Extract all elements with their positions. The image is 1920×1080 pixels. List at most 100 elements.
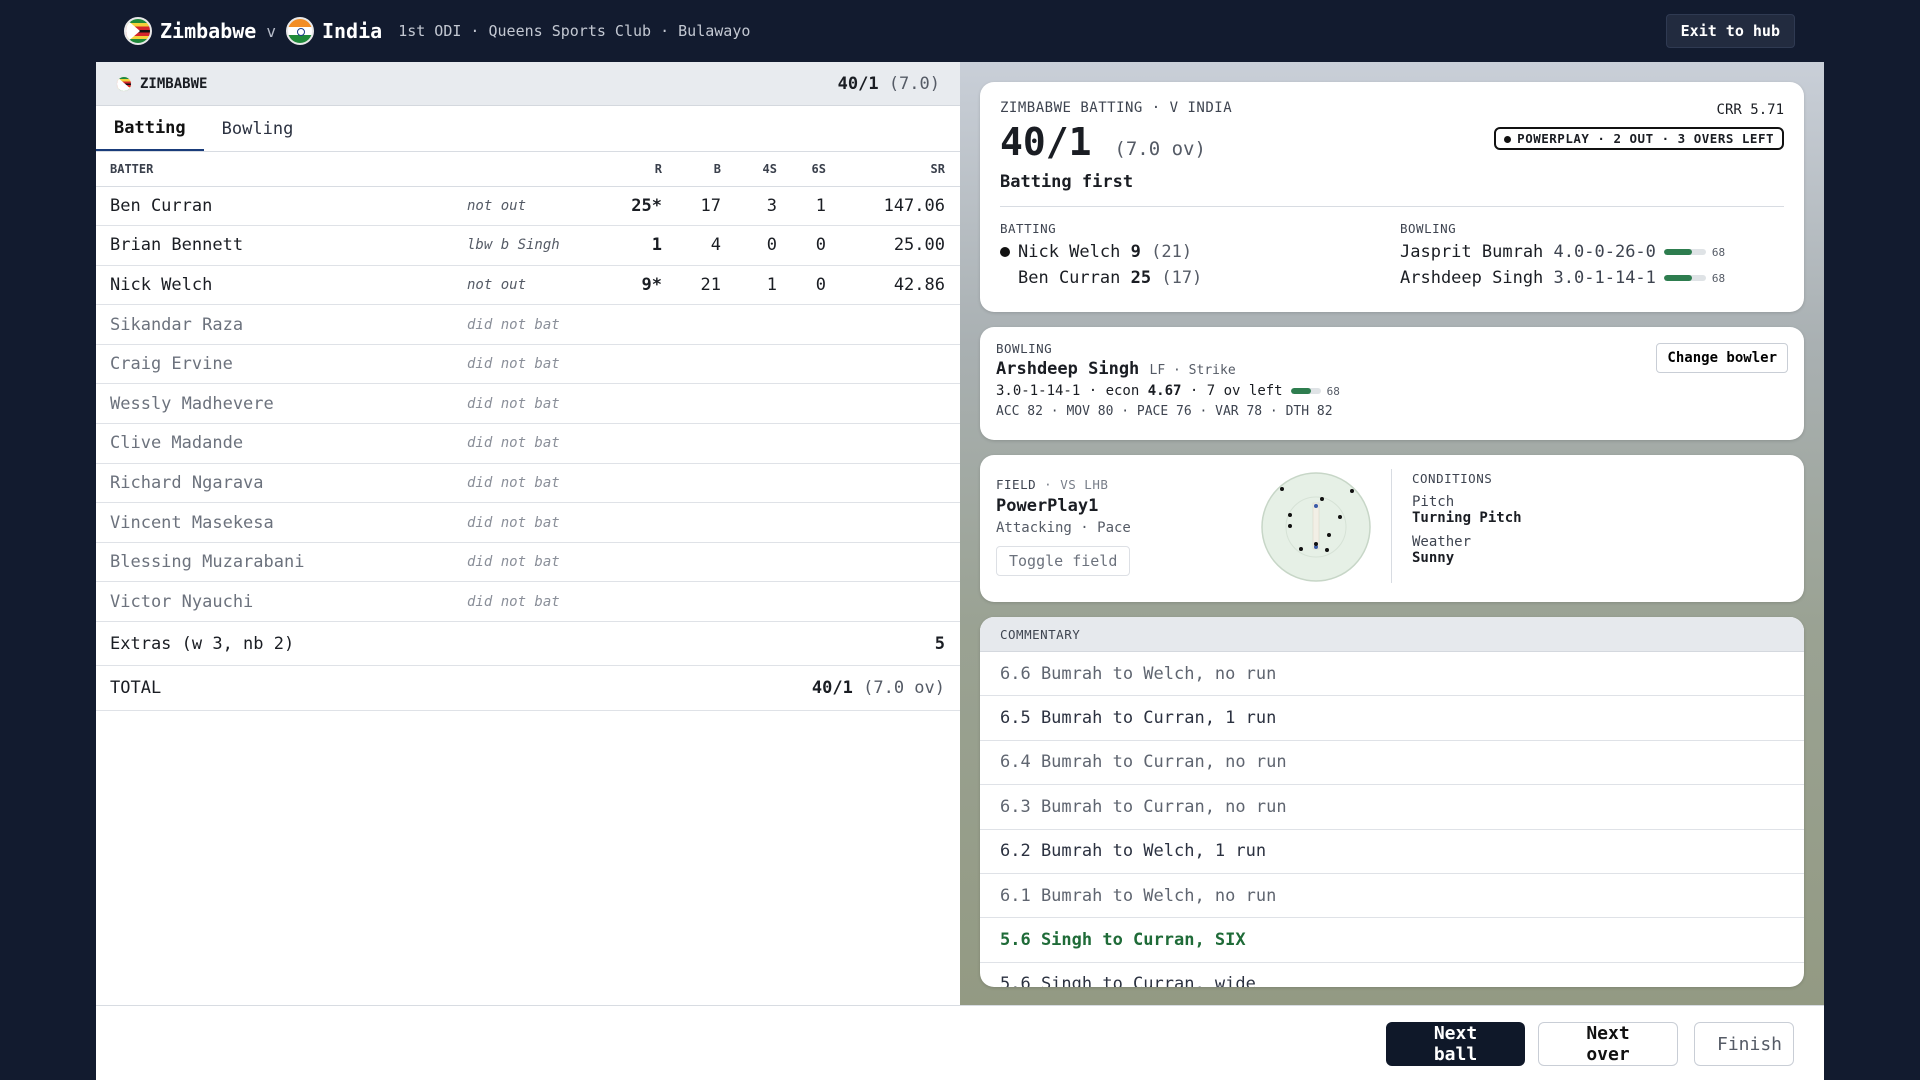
commentary-list: 6.6 Bumrah to Welch, no run 6.5 Bumrah to… (980, 652, 1804, 987)
pitch-label: Pitch (1412, 494, 1455, 510)
powerplay-badge: POWERPLAY · 2 OUT · 3 OVERS LEFT (1494, 127, 1784, 150)
next-over-button[interactable]: Next over (1538, 1022, 1678, 1066)
table-row: Wessly Madhevere did not bat (96, 383, 960, 425)
weather-label: Weather (1412, 534, 1472, 550)
commentary-item: 6.1 Bumrah to Welch, no run (980, 874, 1804, 919)
batter-name: Nick Welch (96, 265, 467, 306)
dismissal: did not bat (467, 423, 617, 464)
bowler-card: BOWLING Arshdeep Singh LF · Strike 3.0-1… (980, 327, 1804, 440)
dot-icon (1504, 136, 1512, 143)
fours (736, 463, 792, 504)
sixes (792, 542, 841, 583)
fours: 1 (736, 265, 792, 306)
india-flag-icon (285, 17, 314, 45)
commentary-item: 6.6 Bumrah to Welch, no run (980, 652, 1804, 697)
strike-rate (841, 542, 960, 583)
balls (677, 542, 736, 583)
balls (677, 423, 736, 464)
runs (617, 542, 677, 583)
tab-batting[interactable]: Batting (96, 106, 204, 151)
sixes (792, 463, 841, 504)
dismissal: did not bat (467, 581, 617, 623)
field-label: FIELD · VS LHB (996, 477, 1109, 492)
dismissal: did not bat (467, 542, 617, 583)
sixes: 0 (792, 225, 841, 266)
commentary-header: COMMENTARY (980, 617, 1804, 652)
scorecard-header: ZIMBABWE 40/1 (7.0) (96, 62, 960, 106)
runs (617, 383, 677, 425)
runs (617, 463, 677, 504)
field-description: Attacking · Pace (996, 520, 1131, 536)
table-row: Ben Curran not out 25* 17 3 1 147.06 (96, 186, 960, 227)
tab-bowling[interactable]: Bowling (204, 106, 312, 151)
extras-value: 5 (934, 633, 945, 654)
fours (736, 383, 792, 425)
table-row: Clive Madande did not bat (96, 423, 960, 464)
exit-to-hub-button[interactable]: Exit to hub (1665, 14, 1795, 48)
batter-name: Clive Madande (96, 423, 467, 464)
dismissal: did not bat (467, 304, 617, 345)
batting-table: BATTER R B 4S 6S SR Ben Curran not out 25*… (96, 152, 960, 623)
bowling-label: BOWLING (1400, 221, 1457, 236)
sixes: 1 (792, 186, 841, 227)
sixes: 0 (792, 265, 841, 306)
change-bowler-button[interactable]: Change bowler (1656, 343, 1788, 373)
col-sixes: 6S (792, 152, 841, 187)
runs (617, 502, 677, 543)
table-row: Nick Welch not out 9* 21 1 0 42.86 (96, 265, 960, 306)
toggle-field-button[interactable]: Toggle field (996, 546, 1131, 576)
sixes (792, 581, 841, 623)
runs (617, 344, 677, 385)
next-ball-button[interactable]: Next ball (1386, 1022, 1525, 1066)
commentary-card[interactable]: COMMENTARY 6.6 Bumrah to Welch, no run 6.… (980, 617, 1804, 987)
runs (617, 304, 677, 345)
total-value: 40/1 (7.0 ov) (811, 678, 945, 699)
runs: 25* (617, 186, 677, 227)
runs: 9* (617, 265, 677, 306)
batter-name: Wessly Madhevere (96, 383, 467, 425)
commentary-item: 6.2 Bumrah to Welch, 1 run (980, 830, 1804, 874)
summary-card: ZIMBABWE BATTING · V INDIA 40/1 (7.0 ov)… (980, 82, 1804, 312)
sixes (792, 502, 841, 543)
commentary-item: 6.3 Bumrah to Curran, no run (980, 785, 1804, 830)
sixes (792, 304, 841, 345)
field-card: FIELD · VS LHB PowerPlay1 Attacking · Pa… (980, 455, 1804, 602)
table-row: Richard Ngarava did not bat (96, 463, 960, 504)
strike-rate (841, 463, 960, 504)
striker: Nick Welch 9 (21) (1000, 242, 1400, 262)
bowler-attributes: ACC 82 · MOV 80 · PACE 76 · VAR 78 · DTH… (996, 404, 1333, 419)
non-striker: Ben Curran 25 (17) (1018, 268, 1203, 288)
scorecard-panel: ZIMBABWE 40/1 (7.0) Batting Bowling BATT… (96, 62, 960, 1005)
dismissal: not out (467, 265, 617, 306)
sixes (792, 423, 841, 464)
current-bowlers: BOWLING Jasprit Bumrah 4.0-0-26-0 68 Arsh… (1400, 221, 1725, 288)
divider (1391, 469, 1392, 583)
batter-name: Sikandar Raza (96, 304, 467, 345)
strike-rate (841, 502, 960, 543)
batter-name: Victor Nyauchi (96, 581, 467, 623)
rating-bar (1663, 249, 1706, 255)
batter-name: Vincent Masekesa (96, 502, 467, 543)
summary-heading: ZIMBABWE BATTING · V INDIA (1000, 100, 1233, 116)
innings-status: Batting first (1000, 172, 1134, 192)
action-bar: Next ball Next over Finish (96, 1005, 1824, 1080)
balls: 17 (677, 186, 736, 227)
finish-button[interactable]: Finish (1694, 1022, 1794, 1066)
weather-value: Sunny (1412, 550, 1455, 566)
strike-rate (841, 304, 960, 345)
balls (677, 502, 736, 543)
match-info: 1st ODI · Queens Sports Club · Bulawayo (398, 22, 751, 40)
sixes (792, 344, 841, 385)
strike-rate: 42.86 (841, 265, 960, 306)
table-row: Blessing Muzarabani did not bat (96, 542, 960, 583)
scorecard-tabs: Batting Bowling (96, 106, 960, 152)
current-run-rate: CRR 5.71 (1716, 102, 1784, 118)
balls (677, 463, 736, 504)
batter-name: Brian Bennett (96, 225, 467, 266)
strike-rate (841, 423, 960, 464)
table-row: Victor Nyauchi did not bat (96, 581, 960, 623)
versus-label: v (266, 21, 276, 41)
dismissal: did not bat (467, 344, 617, 385)
fours (736, 344, 792, 385)
table-row: Sikandar Raza did not bat (96, 304, 960, 345)
